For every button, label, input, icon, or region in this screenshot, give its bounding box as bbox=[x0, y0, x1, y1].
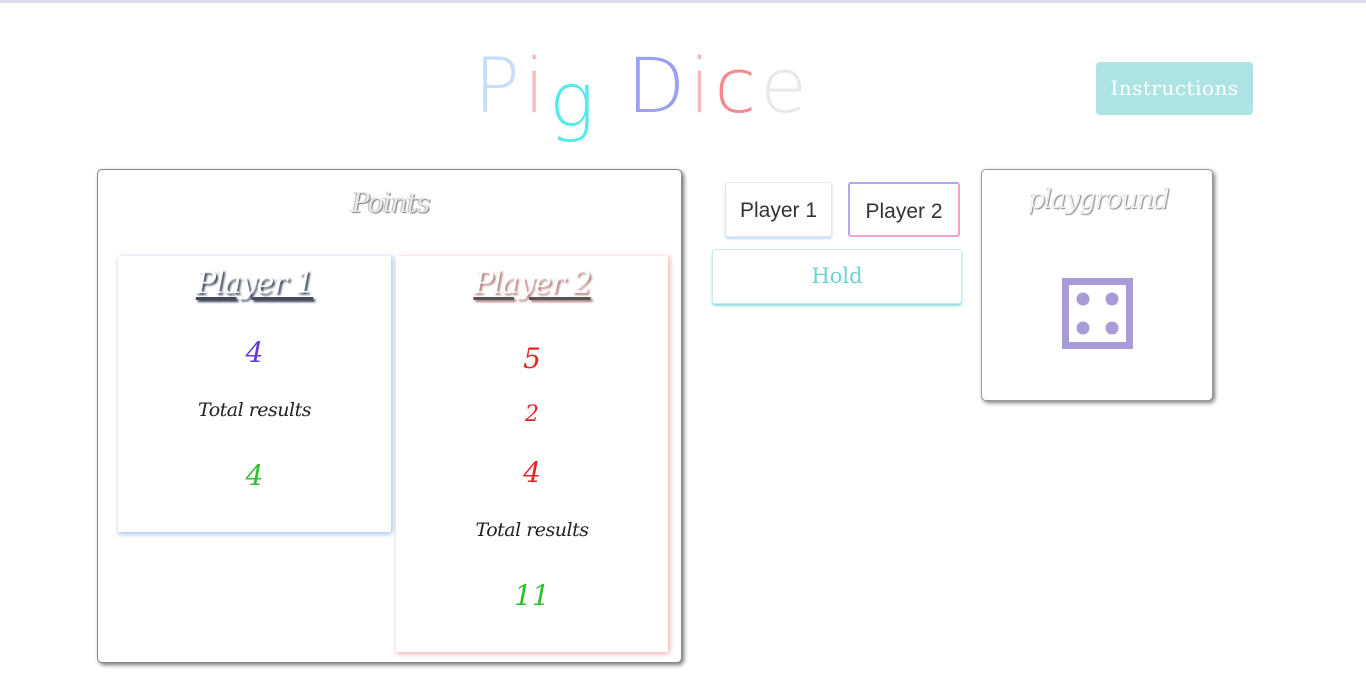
title-letter: c bbox=[714, 41, 761, 130]
playground-panel: playground bbox=[981, 169, 1213, 401]
player2-roll: 2 bbox=[525, 402, 539, 427]
title-letter: P bbox=[474, 41, 524, 130]
die-pip bbox=[1076, 292, 1090, 306]
die-frame bbox=[1062, 278, 1133, 349]
instructions-button[interactable]: Instructions bbox=[1096, 62, 1253, 115]
player2-total: 11 bbox=[514, 579, 550, 612]
die-pip bbox=[1076, 321, 1090, 335]
die-face-icon[interactable] bbox=[1062, 278, 1133, 349]
die-pips bbox=[1076, 292, 1119, 335]
die-pip bbox=[1105, 292, 1119, 306]
player2-total-label: Total results bbox=[475, 519, 590, 541]
title-letter: D bbox=[626, 41, 690, 130]
title-letter bbox=[599, 46, 627, 126]
player1-card-title: Player 1 bbox=[195, 266, 314, 301]
points-title: Points bbox=[351, 188, 430, 219]
player2-button[interactable]: Player 2 bbox=[848, 182, 960, 237]
points-panel: Points Player 1 4 Total results 4 Player… bbox=[97, 169, 682, 663]
player2-roll: 5 bbox=[523, 342, 541, 375]
player1-total-label: Total results bbox=[198, 399, 312, 421]
player1-total: 4 bbox=[245, 459, 264, 492]
title-letter: g bbox=[548, 55, 599, 144]
game-title: Pig Dice bbox=[474, 41, 811, 140]
player1-button[interactable]: Player 1 bbox=[725, 182, 832, 237]
die-pip bbox=[1105, 321, 1119, 335]
player1-roll: 4 bbox=[245, 336, 264, 369]
playground-title: playground bbox=[1027, 184, 1170, 215]
player2-card: Player 2 5 2 4 Total results 11 bbox=[396, 256, 668, 652]
title-letter: i bbox=[689, 41, 715, 130]
title-letter: i bbox=[523, 41, 549, 130]
player2-roll: 4 bbox=[523, 456, 541, 489]
title-letter: e bbox=[760, 41, 811, 130]
player2-card-title: Player 2 bbox=[473, 266, 591, 301]
player1-card: Player 1 4 Total results 4 bbox=[118, 256, 391, 532]
hold-button[interactable]: Hold bbox=[712, 249, 962, 304]
top-border bbox=[0, 0, 1366, 3]
